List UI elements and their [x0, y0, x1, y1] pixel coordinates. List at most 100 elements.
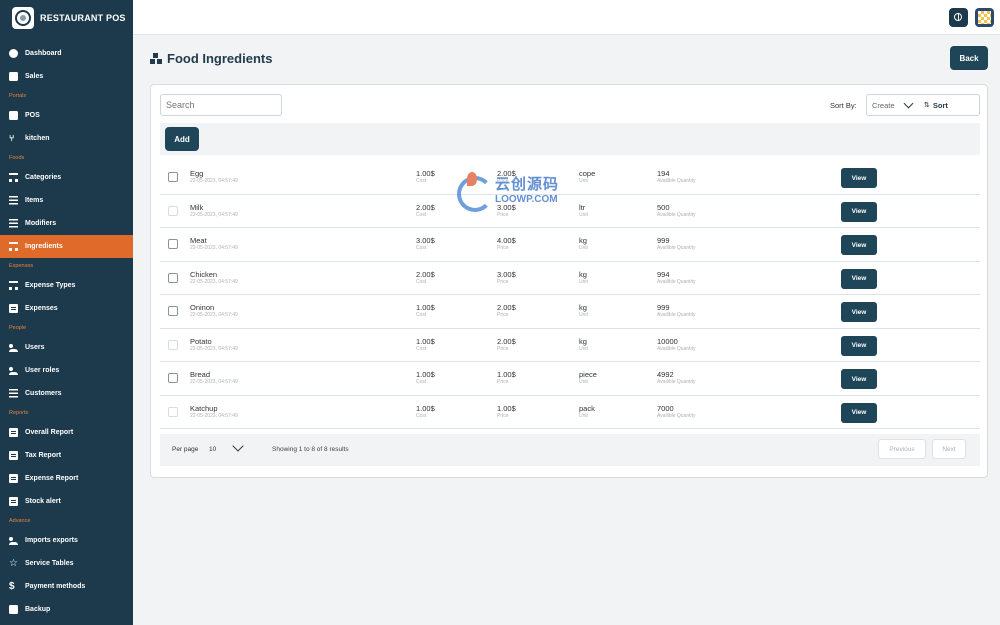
- sidebar-item-label: POS: [25, 112, 40, 119]
- sidebar-item-expenses[interactable]: Expenses: [0, 297, 133, 320]
- sidebar-item-imports-exports[interactable]: Imports exports: [0, 529, 133, 552]
- sidebar-item-payment-methods[interactable]: $ Payment methods: [0, 575, 133, 598]
- created-date: 22-05-2023, 04:57:49: [190, 379, 238, 385]
- sidebar-section-label: Foods: [9, 155, 25, 161]
- chevron-down-icon[interactable]: [232, 440, 244, 452]
- per-page-select[interactable]: 10: [209, 446, 216, 453]
- view-button[interactable]: View: [841, 402, 877, 423]
- ingredient-name: Bread: [190, 370, 211, 379]
- sidebar-item-stock-alert[interactable]: Stock alert: [0, 490, 133, 513]
- table-row: Meat 22-05-2023, 04:57:49 3.00$ Cost 4.00$…: [160, 228, 980, 262]
- topbar: [133, 0, 1000, 35]
- table-row: Oninon 22-05-2023, 04:57:49 1.00$ Cost 2.0…: [160, 295, 980, 329]
- view-button[interactable]: View: [841, 235, 877, 255]
- brand[interactable]: RESTAURANT POS: [0, 0, 133, 35]
- sidebar-item-users[interactable]: Users: [0, 336, 133, 359]
- sidebar-item-overall-report[interactable]: Overall Report: [0, 421, 133, 444]
- chevron-down-icon[interactable]: [903, 98, 914, 109]
- sidebar-item-label: Ingredients: [25, 243, 63, 250]
- table-footer: Per page 10 Showing 1 to 8 of 8 results …: [160, 434, 980, 466]
- brand-title: RESTAURANT POS: [40, 12, 126, 23]
- view-button[interactable]: View: [841, 369, 877, 389]
- sort-control: Create ⇅ Sort: [866, 94, 980, 116]
- unit-label: Unit: [579, 412, 588, 419]
- next-button[interactable]: Next: [932, 439, 966, 459]
- row-checkbox: [168, 339, 178, 350]
- price-value: 2.00$: [497, 303, 516, 312]
- sidebar-item-label: Users: [25, 344, 45, 351]
- cost-value: 2.00$: [416, 202, 435, 212]
- sidebar-item-backup[interactable]: Backup: [0, 598, 133, 621]
- row-checkbox[interactable]: [168, 172, 178, 182]
- quantity-label: Availible Quantity: [657, 245, 696, 251]
- quantity-value: 500: [657, 202, 670, 212]
- sidebar-item-label: Expense Report: [25, 475, 79, 482]
- unit-label: Unit: [579, 379, 588, 385]
- search-input[interactable]: [160, 94, 282, 116]
- avatar[interactable]: [975, 8, 994, 27]
- unit-label: Unit: [579, 245, 588, 251]
- sidebar-item-user-roles[interactable]: User roles: [0, 359, 133, 382]
- unit-value: kg: [579, 336, 587, 346]
- table-row: Bread 22-05-2023, 04:57:49 1.00$ Cost 1.00…: [160, 362, 980, 396]
- items-icon: [9, 196, 18, 205]
- view-button[interactable]: View: [841, 168, 877, 188]
- quantity-label: Availible Quantity: [657, 211, 696, 218]
- sort-button[interactable]: Sort: [933, 101, 948, 110]
- price-label: Price: [497, 211, 509, 218]
- table-toolbar: Add: [160, 123, 980, 155]
- unit-value: kg: [579, 236, 587, 245]
- sidebar-item-label: Backup: [25, 606, 51, 613]
- quantity-label: Availible Quantity: [657, 178, 696, 184]
- sidebar-section-label: People: [9, 325, 27, 331]
- sidebar-item-expense-types[interactable]: Expense Types: [0, 274, 133, 297]
- sidebar-item-sales[interactable]: Sales: [0, 65, 133, 88]
- sidebar-item-label: Expenses: [25, 305, 58, 312]
- star-icon: ☆: [9, 558, 18, 569]
- back-button[interactable]: Back: [950, 46, 988, 70]
- quantity-value: 7000: [657, 403, 674, 413]
- sidebar-item-tax-report[interactable]: Tax Report: [0, 444, 133, 467]
- unit-value: kg: [579, 303, 587, 312]
- add-button[interactable]: Add: [165, 127, 199, 151]
- sidebar-item-categories[interactable]: Categories: [0, 166, 133, 189]
- sidebar-item-expense-report[interactable]: Expense Report: [0, 467, 133, 490]
- quantity-label: Availible Quantity: [657, 312, 696, 318]
- row-checkbox[interactable]: [168, 306, 178, 316]
- view-button[interactable]: View: [841, 268, 877, 289]
- cost-label: Cost: [416, 412, 427, 419]
- users-icon: [9, 343, 18, 352]
- row-checkbox[interactable]: [168, 239, 178, 249]
- price-value: 3.00$: [497, 269, 516, 279]
- view-button[interactable]: View: [841, 302, 877, 322]
- quantity-value: 10000: [657, 336, 678, 346]
- sidebar-item-modifiers[interactable]: Modifiers: [0, 212, 133, 235]
- sidebar-section-label: Reports: [9, 410, 29, 416]
- cost-value: 1.00$: [416, 169, 435, 178]
- ingredient-name: Potato: [190, 336, 212, 346]
- sidebar-item-ingredients[interactable]: Ingredients: [0, 235, 133, 258]
- view-button[interactable]: View: [841, 335, 877, 356]
- sidebar-item-items[interactable]: Items: [0, 189, 133, 212]
- created-date: 22-05-2023, 04:57:49: [190, 245, 238, 251]
- row-checkbox[interactable]: [168, 272, 178, 283]
- unit-value: cope: [579, 169, 596, 178]
- sort-select[interactable]: Create: [867, 101, 899, 110]
- sidebar-item-customers[interactable]: Customers: [0, 382, 133, 405]
- sidebar-section-label: Advance: [9, 518, 31, 524]
- sidebar-item-label: Modifiers: [25, 220, 57, 227]
- database-icon: [9, 605, 18, 614]
- language-globe-icon[interactable]: [949, 8, 968, 27]
- sidebar-item-kitchen[interactable]: ⑂ kitchen: [0, 127, 133, 150]
- report-icon: [9, 497, 18, 506]
- previous-button[interactable]: Previous: [878, 439, 926, 459]
- sidebar-item-pos[interactable]: POS: [0, 104, 133, 127]
- expense-types-icon: [9, 281, 18, 290]
- sidebar-item-dashboard[interactable]: Dashboard: [0, 42, 133, 65]
- row-checkbox[interactable]: [168, 373, 178, 383]
- ingredient-name: Meat: [190, 236, 207, 245]
- price-label: Price: [497, 178, 509, 184]
- sidebar-item-service-tables[interactable]: ☆ Service Tables: [0, 552, 133, 575]
- view-button[interactable]: View: [841, 201, 877, 222]
- row-checkbox: [168, 406, 178, 417]
